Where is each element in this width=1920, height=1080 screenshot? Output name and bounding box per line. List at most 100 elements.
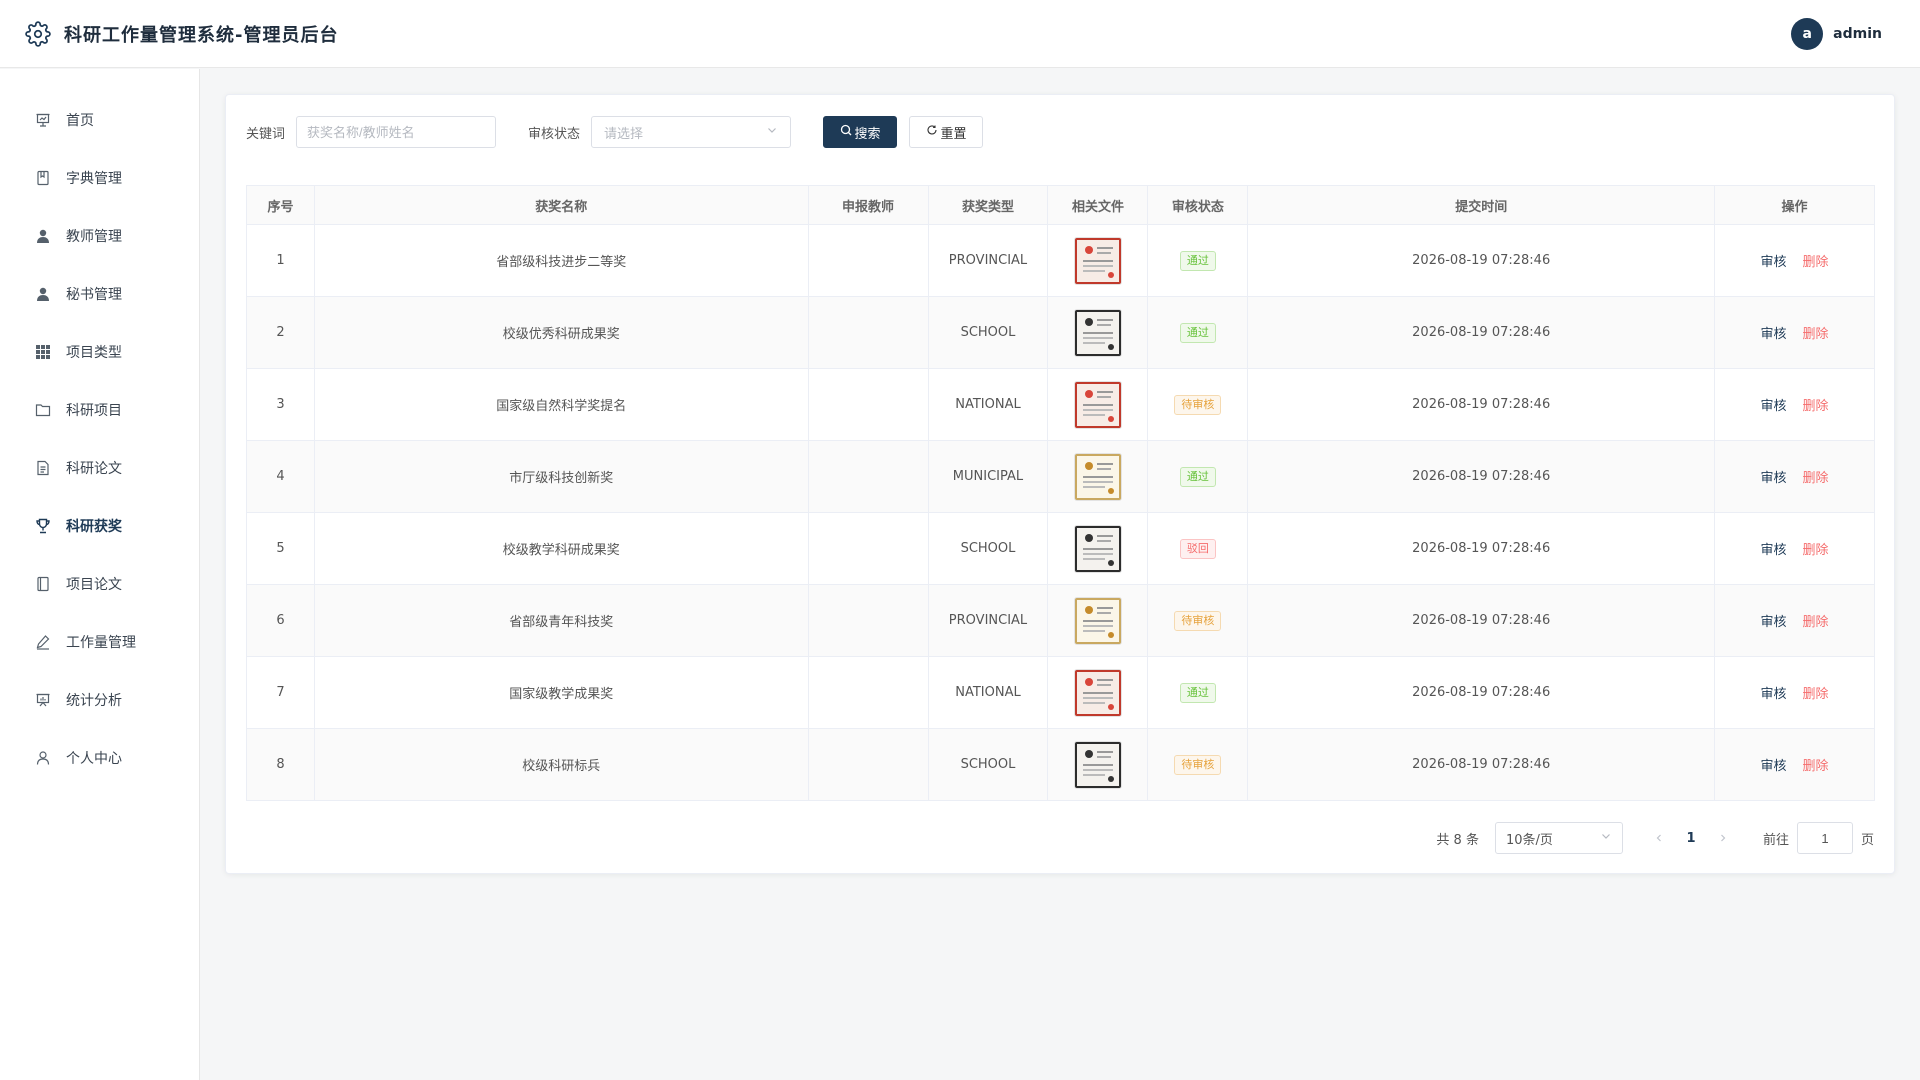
certificate-thumbnail[interactable]: [1073, 668, 1122, 717]
sidebar-item-label: 秘书管理: [66, 287, 122, 303]
delete-button[interactable]: 删除: [1803, 399, 1829, 414]
cell-teacher: [807, 584, 929, 657]
sidebar-item-label: 教师管理: [66, 229, 122, 245]
status-label: 审核状态: [528, 126, 581, 142]
column-header: 提交时间: [1247, 185, 1716, 225]
page-size-select[interactable]: 10条/页: [1494, 822, 1623, 854]
sidebar-item-5[interactable]: 科研项目: [0, 381, 199, 439]
sidebar-item-11[interactable]: 个人中心: [0, 729, 199, 787]
column-header: 序号: [246, 185, 315, 225]
audit-button[interactable]: 审核: [1761, 399, 1787, 414]
sidebar-item-1[interactable]: 字典管理: [0, 149, 199, 207]
keyword-input[interactable]: [296, 116, 497, 148]
column-header: 审核状态: [1147, 185, 1249, 225]
cell-submit-time: 2026-08-19 07:28:46: [1247, 728, 1716, 801]
status-badge: 通过: [1179, 682, 1216, 703]
table-row: 1 省部级科技进步二等奖 PROVINCIAL 通过 2026-08-19 07:28:…: [246, 224, 1875, 297]
audit-button[interactable]: 审核: [1761, 327, 1787, 342]
sidebar-item-8[interactable]: 项目论文: [0, 555, 199, 613]
cell-index: 3: [246, 368, 315, 441]
cell-actions: 审核 删除: [1714, 584, 1875, 657]
sidebar-item-0[interactable]: 首页: [0, 91, 199, 149]
cell-teacher: [807, 368, 929, 441]
status-select-placeholder: 请选择: [604, 126, 644, 142]
username[interactable]: admin: [1833, 26, 1882, 42]
certificate-thumbnail[interactable]: [1073, 596, 1122, 645]
audit-button[interactable]: 审核: [1761, 759, 1787, 774]
cell-submit-time: 2026-08-19 07:28:46: [1247, 224, 1716, 297]
search-button[interactable]: 搜索: [823, 116, 898, 148]
column-header: 操作: [1714, 185, 1875, 225]
user-filled-icon: [34, 227, 52, 245]
delete-button[interactable]: 删除: [1803, 615, 1829, 630]
sidebar-item-9[interactable]: 工作量管理: [0, 613, 199, 671]
status-select[interactable]: 请选择: [591, 116, 792, 148]
refresh-icon: [926, 124, 941, 140]
avatar[interactable]: a: [1791, 18, 1824, 50]
delete-button[interactable]: 删除: [1803, 471, 1829, 486]
audit-button[interactable]: 审核: [1761, 255, 1787, 270]
audit-button[interactable]: 审核: [1761, 471, 1787, 486]
audit-button[interactable]: 审核: [1761, 615, 1787, 630]
sidebar-item-2[interactable]: 教师管理: [0, 207, 199, 265]
delete-button[interactable]: 删除: [1803, 327, 1829, 342]
brand: 科研工作量管理系统-管理员后台: [24, 20, 338, 48]
certificate-thumbnail[interactable]: [1073, 236, 1122, 285]
delete-button[interactable]: 删除: [1803, 543, 1829, 558]
column-header: 获奖名称: [313, 185, 809, 225]
cell-index: 8: [246, 728, 315, 801]
cell-award-type: PROVINCIAL: [927, 584, 1049, 657]
certificate-thumbnail[interactable]: [1073, 452, 1122, 501]
status-badge: 通过: [1179, 250, 1216, 271]
chevron-down-icon: [1600, 830, 1612, 846]
delete-button[interactable]: 删除: [1803, 759, 1829, 774]
cell-index: 6: [246, 584, 315, 657]
sidebar-item-6[interactable]: 科研论文: [0, 439, 199, 497]
cell-file: [1047, 656, 1149, 729]
audit-button[interactable]: 审核: [1761, 543, 1787, 558]
page-number-current[interactable]: 1: [1675, 822, 1707, 854]
cell-index: 2: [246, 296, 315, 369]
prev-page-icon[interactable]: [1643, 822, 1675, 854]
delete-button[interactable]: 删除: [1803, 687, 1829, 702]
delete-button[interactable]: 删除: [1803, 255, 1829, 270]
next-page-icon[interactable]: [1707, 822, 1739, 854]
cell-file: [1047, 296, 1149, 369]
status-badge: 通过: [1179, 322, 1216, 343]
sidebar-item-7[interactable]: 科研获奖: [0, 497, 199, 555]
cell-submit-time: 2026-08-19 07:28:46: [1247, 656, 1716, 729]
reset-button[interactable]: 重置: [909, 116, 984, 148]
chart-board-icon: [34, 691, 52, 709]
table-row: 8 校级科研标兵 SCHOOL 待审核 2026-08-19 07:28:46 审核 删除: [246, 728, 1875, 801]
cell-submit-time: 2026-08-19 07:28:46: [1247, 512, 1716, 585]
user-menu[interactable]: a admin: [1791, 18, 1882, 50]
sidebar-item-10[interactable]: 统计分析: [0, 671, 199, 729]
cell-status: 驳回: [1147, 512, 1249, 585]
sidebar-item-3[interactable]: 秘书管理: [0, 265, 199, 323]
cell-award-name: 校级科研标兵: [313, 728, 809, 801]
certificate-thumbnail[interactable]: [1073, 524, 1122, 573]
cell-status: 待审核: [1147, 584, 1249, 657]
gear-icon: [24, 20, 52, 48]
certificate-thumbnail[interactable]: [1073, 740, 1122, 789]
certificate-thumbnail[interactable]: [1073, 308, 1122, 357]
cell-award-name: 省部级科技进步二等奖: [313, 224, 809, 297]
cell-file: [1047, 728, 1149, 801]
cell-award-name: 省部级青年科技奖: [313, 584, 809, 657]
audit-button[interactable]: 审核: [1761, 687, 1787, 702]
sidebar-item-4[interactable]: 项目类型: [0, 323, 199, 381]
page-size-value: 10条/页: [1505, 832, 1553, 848]
cell-status: 待审核: [1147, 368, 1249, 441]
document-icon: [34, 459, 52, 477]
search-button-label: 搜索: [854, 126, 881, 142]
cell-status: 待审核: [1147, 728, 1249, 801]
cell-submit-time: 2026-08-19 07:28:46: [1247, 440, 1716, 513]
certificate-thumbnail[interactable]: [1073, 380, 1122, 429]
sidebar-item-label: 科研获奖: [66, 519, 122, 535]
main-card: 关键词 审核状态 请选择 搜索 重置 序号获奖名称申报教师获奖类型相关文件审核: [225, 94, 1895, 874]
filter-bar: 关键词 审核状态 请选择 搜索 重置: [246, 116, 984, 148]
cell-actions: 审核 删除: [1714, 440, 1875, 513]
user-outline-icon: [34, 749, 52, 767]
keyword-label: 关键词: [246, 126, 286, 142]
goto-page-input[interactable]: [1796, 822, 1853, 854]
